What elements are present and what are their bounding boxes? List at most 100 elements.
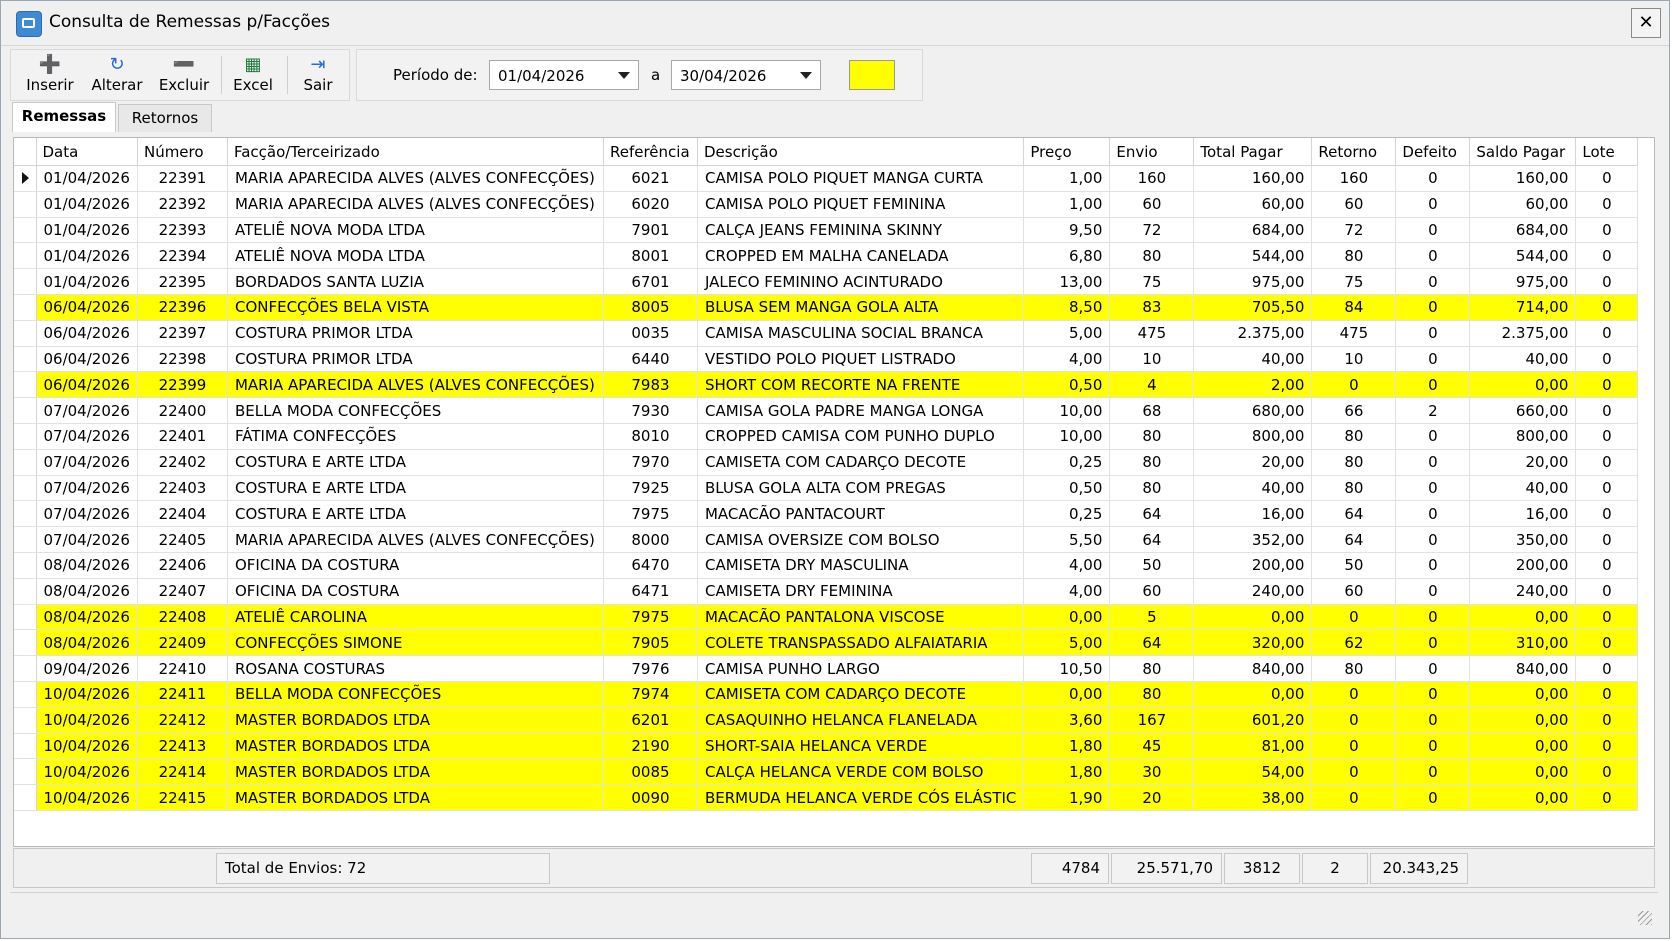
- column-header[interactable]: Data: [36, 138, 138, 166]
- cell-retorno[interactable]: 0: [1311, 681, 1397, 708]
- row-indicator[interactable]: [14, 681, 37, 708]
- cell-retorno[interactable]: 0: [1311, 758, 1397, 786]
- row-indicator[interactable]: [14, 629, 37, 657]
- table-row[interactable]: 07/04/2026 22402 COSTURA E ARTE LTDA 7970 CA…: [14, 449, 1639, 476]
- cell-data[interactable]: 07/04/2026: [36, 449, 138, 476]
- cell-saldo-pagar[interactable]: 2.375,00: [1469, 320, 1577, 347]
- cell-numero[interactable]: 22398: [137, 346, 228, 373]
- cell-saldo-pagar[interactable]: 0,00: [1469, 733, 1577, 760]
- column-header[interactable]: Defeito: [1395, 138, 1471, 166]
- column-header[interactable]: Número: [137, 138, 228, 166]
- cell-lote[interactable]: 0: [1575, 397, 1639, 424]
- cell-numero[interactable]: 22402: [137, 449, 228, 476]
- cell-faccao[interactable]: COSTURA PRIMOR LTDA: [227, 320, 604, 347]
- cell-preco[interactable]: 5,50: [1023, 526, 1111, 553]
- cell-saldo-pagar[interactable]: 60,00: [1469, 191, 1577, 218]
- cell-total-pagar[interactable]: 0,00: [1193, 604, 1313, 631]
- row-indicator[interactable]: [14, 552, 37, 579]
- cell-retorno[interactable]: 0: [1311, 371, 1397, 399]
- table-row[interactable]: 01/04/2026 22394 ATELIÊ NOVA MODA LTDA 8001…: [14, 242, 1639, 270]
- cell-data[interactable]: 01/04/2026: [36, 191, 138, 218]
- cell-retorno[interactable]: 60: [1311, 191, 1397, 218]
- cell-envio[interactable]: 50: [1109, 552, 1195, 579]
- cell-defeito[interactable]: 0: [1395, 707, 1471, 734]
- cell-defeito[interactable]: 0: [1395, 681, 1471, 708]
- chevron-down-icon[interactable]: [800, 72, 812, 79]
- cell-numero[interactable]: 22391: [137, 165, 228, 192]
- cell-descricao[interactable]: BERMUDA HELANCA VERDE CÓS ELÁSTIC: [697, 784, 1025, 811]
- cell-defeito[interactable]: 2: [1395, 397, 1471, 424]
- cell-saldo-pagar[interactable]: 975,00: [1469, 268, 1577, 295]
- cell-referencia[interactable]: 7976: [603, 655, 698, 682]
- cell-faccao[interactable]: ATELIÊ CAROLINA: [227, 604, 604, 631]
- cell-numero[interactable]: 22405: [137, 526, 228, 553]
- cell-defeito[interactable]: 0: [1395, 784, 1471, 811]
- cell-defeito[interactable]: 0: [1395, 191, 1471, 218]
- cell-preco[interactable]: 4,00: [1023, 552, 1111, 579]
- cell-data[interactable]: 06/04/2026: [36, 320, 138, 347]
- cell-retorno[interactable]: 80: [1311, 242, 1397, 270]
- cell-lote[interactable]: 0: [1575, 346, 1639, 373]
- row-indicator[interactable]: [14, 733, 37, 760]
- edit-button[interactable]: ↻ Alterar: [85, 50, 149, 100]
- row-indicator[interactable]: [14, 191, 37, 218]
- cell-saldo-pagar[interactable]: 160,00: [1469, 165, 1577, 192]
- cell-envio[interactable]: 80: [1109, 475, 1195, 502]
- cell-lote[interactable]: 0: [1575, 268, 1639, 295]
- cell-referencia[interactable]: 2190: [603, 733, 698, 760]
- cell-numero[interactable]: 22401: [137, 423, 228, 450]
- row-indicator[interactable]: [14, 165, 37, 192]
- cell-descricao[interactable]: CAMISA POLO PIQUET MANGA CURTA: [697, 165, 1025, 192]
- cell-referencia[interactable]: 6471: [603, 578, 698, 605]
- cell-data[interactable]: 08/04/2026: [36, 552, 138, 579]
- cell-faccao[interactable]: CONFECÇÕES SIMONE: [227, 629, 604, 657]
- cell-descricao[interactable]: CAMISA PUNHO LARGO: [697, 655, 1025, 682]
- cell-referencia[interactable]: 6440: [603, 346, 698, 373]
- column-header[interactable]: Saldo Pagar: [1469, 138, 1577, 166]
- cell-preco[interactable]: 10,00: [1023, 397, 1111, 424]
- cell-retorno[interactable]: 72: [1311, 217, 1397, 244]
- cell-envio[interactable]: 64: [1109, 526, 1195, 553]
- cell-descricao[interactable]: BLUSA GOLA ALTA COM PREGAS: [697, 475, 1025, 502]
- cell-total-pagar[interactable]: 320,00: [1193, 629, 1313, 657]
- cell-saldo-pagar[interactable]: 0,00: [1469, 784, 1577, 811]
- table-row[interactable]: 10/04/2026 22411 BELLA MODA CONFECÇÕES 7974…: [14, 681, 1639, 708]
- cell-numero[interactable]: 22397: [137, 320, 228, 347]
- cell-referencia[interactable]: 7983: [603, 371, 698, 399]
- cell-preco[interactable]: 5,00: [1023, 629, 1111, 657]
- table-row[interactable]: 01/04/2026 22392 MARIA APARECIDA ALVES (AL…: [14, 191, 1639, 218]
- cell-faccao[interactable]: MASTER BORDADOS LTDA: [227, 707, 604, 734]
- cell-envio[interactable]: 83: [1109, 294, 1195, 321]
- cell-descricao[interactable]: CAMISA MASCULINA SOCIAL BRANCA: [697, 320, 1025, 347]
- cell-lote[interactable]: 0: [1575, 449, 1639, 476]
- cell-preco[interactable]: 4,00: [1023, 578, 1111, 605]
- cell-numero[interactable]: 22415: [137, 784, 228, 811]
- cell-faccao[interactable]: COSTURA E ARTE LTDA: [227, 500, 604, 528]
- cell-data[interactable]: 01/04/2026: [36, 242, 138, 270]
- cell-envio[interactable]: 80: [1109, 242, 1195, 270]
- cell-faccao[interactable]: MASTER BORDADOS LTDA: [227, 784, 604, 811]
- table-row[interactable]: 10/04/2026 22412 MASTER BORDADOS LTDA 6201 C…: [14, 707, 1639, 734]
- cell-total-pagar[interactable]: 240,00: [1193, 578, 1313, 605]
- cell-data[interactable]: 08/04/2026: [36, 578, 138, 605]
- table-row[interactable]: 08/04/2026 22408 ATELIÊ CAROLINA 7975 MACACÃ…: [14, 604, 1639, 631]
- cell-descricao[interactable]: CAMISETA DRY MASCULINA: [697, 552, 1025, 579]
- cell-numero[interactable]: 22403: [137, 475, 228, 502]
- cell-numero[interactable]: 22413: [137, 733, 228, 760]
- cell-descricao[interactable]: CAMISA OVERSIZE COM BOLSO: [697, 526, 1025, 553]
- cell-saldo-pagar[interactable]: 0,00: [1469, 758, 1577, 786]
- cell-faccao[interactable]: COSTURA E ARTE LTDA: [227, 475, 604, 502]
- cell-faccao[interactable]: ATELIÊ NOVA MODA LTDA: [227, 242, 604, 270]
- row-indicator[interactable]: [14, 449, 37, 476]
- cell-retorno[interactable]: 60: [1311, 578, 1397, 605]
- cell-envio[interactable]: 80: [1109, 655, 1195, 682]
- cell-numero[interactable]: 22393: [137, 217, 228, 244]
- cell-envio[interactable]: 20: [1109, 784, 1195, 811]
- cell-faccao[interactable]: BELLA MODA CONFECÇÕES: [227, 397, 604, 424]
- cell-numero[interactable]: 22407: [137, 578, 228, 605]
- cell-lote[interactable]: 0: [1575, 784, 1639, 811]
- cell-defeito[interactable]: 0: [1395, 758, 1471, 786]
- table-row[interactable]: 06/04/2026 22397 COSTURA PRIMOR LTDA 0035 CA…: [14, 320, 1639, 347]
- cell-defeito[interactable]: 0: [1395, 217, 1471, 244]
- cell-data[interactable]: 10/04/2026: [36, 758, 138, 786]
